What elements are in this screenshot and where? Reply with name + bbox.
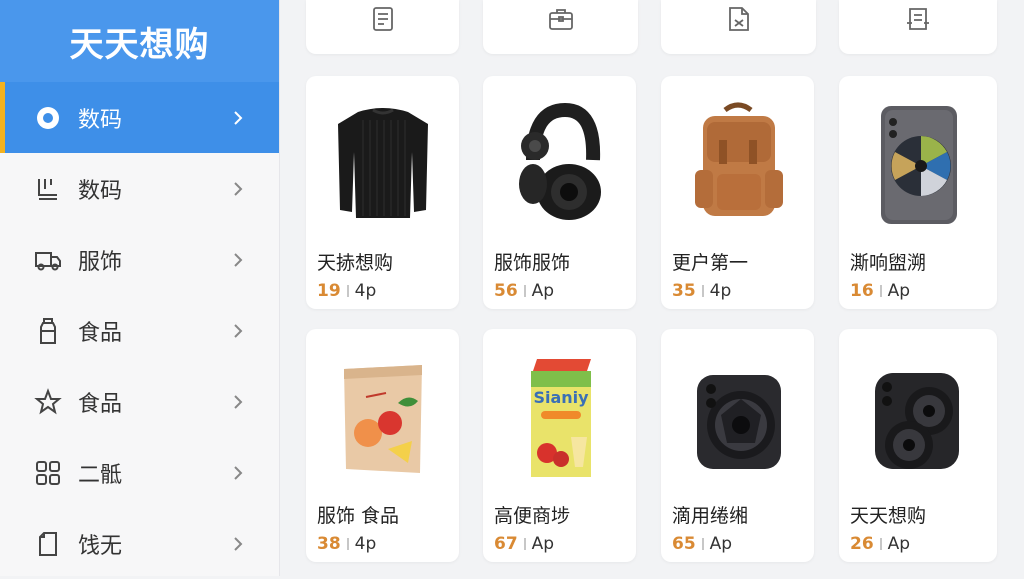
product-name: 天捇想购 bbox=[317, 252, 394, 274]
product-name: 滴用绻缃 bbox=[672, 505, 749, 527]
product-unit: 4p bbox=[354, 534, 377, 554]
radio-circle-icon bbox=[33, 103, 63, 133]
product-card[interactable]: 滴用绻缃 65 Ap bbox=[661, 329, 814, 562]
product-name: 服饰服饰 bbox=[494, 252, 571, 274]
separator bbox=[879, 285, 882, 297]
product-price: 56 bbox=[494, 281, 518, 301]
product-price: 16 bbox=[850, 281, 874, 301]
category-tile-receipt[interactable] bbox=[306, 0, 459, 54]
product-image-phone bbox=[853, 90, 978, 240]
product-price: 65 bbox=[672, 534, 696, 554]
chevron-right-icon bbox=[231, 321, 251, 341]
chevron-right-icon bbox=[231, 392, 251, 412]
product-meta: 35 4p bbox=[672, 281, 731, 301]
product-image-dual-camera bbox=[853, 343, 978, 493]
product-card[interactable]: 服饰服饰 56 Ap bbox=[483, 76, 636, 309]
product-card[interactable]: 天捇想购 19 4p bbox=[306, 76, 459, 309]
separator bbox=[346, 285, 349, 297]
sidebar-item-label: 食品 bbox=[78, 391, 123, 417]
product-meta: 67 Ap bbox=[494, 534, 554, 554]
product-price: 35 bbox=[672, 281, 696, 301]
sidebar-item-label: 食品 bbox=[78, 320, 123, 346]
product-meta: 16 Ap bbox=[850, 281, 910, 301]
product-card[interactable]: 澌响盥溯 16 Ap bbox=[839, 76, 997, 309]
category-tile-scan-doc[interactable] bbox=[661, 0, 816, 54]
sidebar-item-label: 二骶 bbox=[78, 462, 123, 488]
separator bbox=[701, 538, 704, 550]
truck-icon bbox=[33, 245, 63, 275]
chevron-right-icon bbox=[231, 108, 251, 128]
chevron-right-icon bbox=[231, 463, 251, 483]
product-image-snack-bag bbox=[320, 343, 445, 493]
product-unit: Ap bbox=[887, 281, 911, 301]
sidebar-item-digital-2[interactable]: 数码 bbox=[0, 153, 279, 224]
sidebar: 天天想购 数码 数码 服饰 食品 食品 二骶 饯无 bbox=[0, 0, 280, 576]
category-tile-tag-doc[interactable] bbox=[839, 0, 997, 54]
sidebar-item-digital[interactable]: 数码 bbox=[0, 82, 279, 153]
sidebar-item-secondhand[interactable]: 二骶 bbox=[0, 437, 279, 508]
document-icon bbox=[33, 529, 63, 559]
product-image-sweater bbox=[320, 90, 445, 240]
product-card[interactable]: 服饰 食品 38 4p bbox=[306, 329, 459, 562]
tag-doc-icon bbox=[904, 8, 932, 37]
product-meta: 38 4p bbox=[317, 534, 376, 554]
product-meta: 56 Ap bbox=[494, 281, 554, 301]
separator bbox=[523, 285, 526, 297]
product-image-juice-box: Sianiy bbox=[497, 343, 622, 493]
product-name: 澌响盥溯 bbox=[850, 252, 927, 274]
sidebar-item-label: 数码 bbox=[78, 178, 123, 204]
bottle-icon bbox=[33, 316, 63, 346]
category-tile-briefcase[interactable] bbox=[483, 0, 638, 54]
product-name: 服饰 食品 bbox=[317, 505, 400, 527]
product-image-camera bbox=[675, 343, 800, 493]
sidebar-item-label: 数码 bbox=[78, 107, 123, 133]
scan-device-icon bbox=[33, 174, 63, 204]
chevron-right-icon bbox=[231, 250, 251, 270]
sidebar-item-other[interactable]: 饯无 bbox=[0, 508, 279, 579]
briefcase-icon bbox=[547, 9, 575, 37]
product-image-headphones bbox=[497, 90, 622, 240]
star-icon bbox=[33, 387, 63, 417]
product-unit: Ap bbox=[709, 534, 733, 554]
product-name: 高便商埗 bbox=[494, 505, 571, 527]
sidebar-item-food-2[interactable]: 食品 bbox=[0, 366, 279, 437]
product-price: 67 bbox=[494, 534, 518, 554]
product-meta: 19 4p bbox=[317, 281, 376, 301]
product-unit: Ap bbox=[887, 534, 911, 554]
separator bbox=[523, 538, 526, 550]
product-image-backpack bbox=[675, 90, 800, 240]
juice-box-label: Sianiy bbox=[533, 388, 589, 407]
product-price: 38 bbox=[317, 534, 341, 554]
separator bbox=[346, 538, 349, 550]
product-meta: 65 Ap bbox=[672, 534, 732, 554]
product-unit: Ap bbox=[531, 281, 555, 301]
grid-icon bbox=[33, 458, 63, 488]
separator bbox=[701, 285, 704, 297]
product-price: 19 bbox=[317, 281, 341, 301]
product-unit: Ap bbox=[531, 534, 555, 554]
sidebar-item-apparel[interactable]: 服饰 bbox=[0, 224, 279, 295]
product-card[interactable]: 更户第一 35 4p bbox=[661, 76, 814, 309]
sidebar-item-food[interactable]: 食品 bbox=[0, 295, 279, 366]
receipt-icon bbox=[369, 7, 397, 37]
scan-doc-icon bbox=[725, 7, 753, 37]
product-name: 天天想购 bbox=[850, 505, 927, 527]
product-price: 26 bbox=[850, 534, 874, 554]
sidebar-item-label: 服饰 bbox=[78, 249, 123, 275]
product-card[interactable]: 天天想购 26 Ap bbox=[839, 329, 997, 562]
sidebar-item-label: 饯无 bbox=[78, 533, 123, 559]
product-unit: 4p bbox=[354, 281, 377, 301]
separator bbox=[879, 538, 882, 550]
product-card[interactable]: Sianiy 高便商埗 67 Ap bbox=[483, 329, 636, 562]
product-unit: 4p bbox=[709, 281, 732, 301]
product-grid: 天捇想购 19 4p 服饰服饰 56 Ap 更户第一 35 4p 澌响盥溯 16… bbox=[280, 0, 1024, 576]
chevron-right-icon bbox=[231, 179, 251, 199]
product-meta: 26 Ap bbox=[850, 534, 910, 554]
product-name: 更户第一 bbox=[672, 252, 749, 274]
chevron-right-icon bbox=[231, 534, 251, 554]
brand-title: 天天想购 bbox=[0, 0, 279, 82]
